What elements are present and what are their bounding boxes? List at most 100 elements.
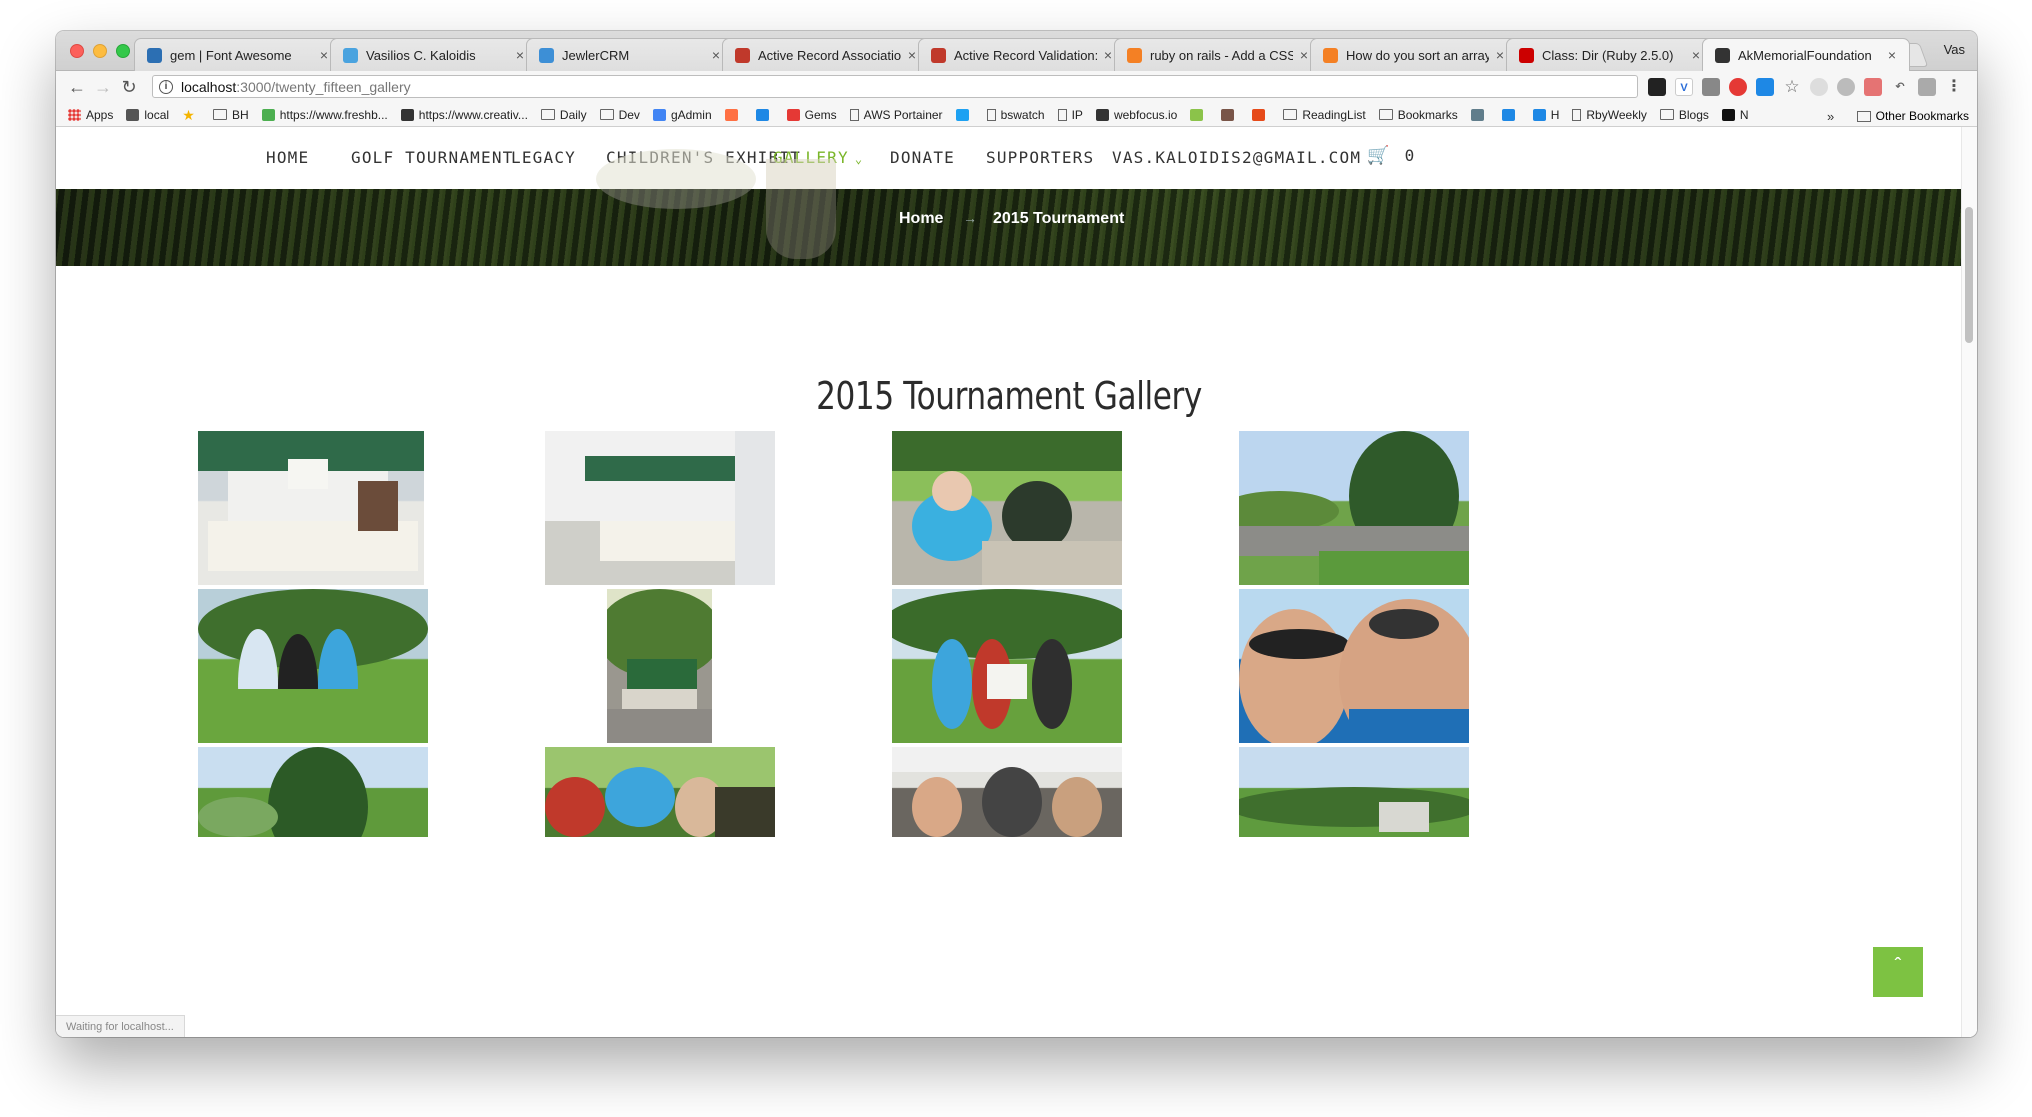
bookmark-item[interactable]: H bbox=[1532, 108, 1559, 122]
bookmark-star-icon[interactable]: ☆ bbox=[1783, 78, 1801, 96]
bookmark-item[interactable]: Bookmarks bbox=[1378, 107, 1458, 122]
photo-shape bbox=[1239, 787, 1469, 827]
bookmark-item[interactable] bbox=[955, 108, 974, 121]
folder-icon bbox=[540, 109, 555, 120]
gallery-photo-tent-crowd[interactable] bbox=[892, 747, 1122, 837]
forward-arrow-icon[interactable]: → bbox=[92, 76, 114, 98]
extension-megaphone-icon[interactable] bbox=[1756, 78, 1774, 96]
tab-close-icon[interactable]: × bbox=[317, 47, 331, 63]
browser-tab[interactable]: gem | Font Awesome × bbox=[134, 38, 342, 71]
gallery-photo-bench-group[interactable] bbox=[607, 589, 712, 743]
extension-r-icon[interactable] bbox=[1702, 78, 1720, 96]
menu-kebab-icon[interactable]: ⋮ bbox=[1945, 78, 1963, 96]
gallery-photo-tent-table[interactable] bbox=[198, 431, 424, 585]
nav-item-donate[interactable]: DONATE bbox=[890, 148, 955, 167]
bookmark-item[interactable]: RbyWeekly bbox=[1572, 108, 1647, 122]
gallery-photo-banner-group[interactable] bbox=[892, 589, 1122, 743]
gallery-photo-group-four[interactable] bbox=[198, 589, 428, 743]
back-to-top-button[interactable]: ˆ bbox=[1873, 947, 1923, 997]
breadcrumb-home[interactable]: Home bbox=[899, 210, 943, 228]
nav-item-vas-kaloidis2-gmail-com[interactable]: VAS.KALOIDIS2@GMAIL.COM ⌄ bbox=[1112, 148, 1376, 167]
gallery-photo-clubhouse[interactable] bbox=[545, 431, 775, 585]
bookmark-item[interactable] bbox=[1221, 108, 1239, 121]
bookmark-label: Bookmarks bbox=[1397, 107, 1458, 122]
tab-close-icon[interactable]: × bbox=[1297, 47, 1311, 63]
tab-title: Active Record Associatio bbox=[758, 47, 901, 63]
tab-close-icon[interactable]: × bbox=[905, 47, 919, 63]
bookmark-item[interactable]: https://www.freshb... bbox=[261, 108, 388, 122]
scrollbar-thumb[interactable] bbox=[1965, 207, 1973, 343]
gallery-photo-fairway[interactable] bbox=[1239, 431, 1469, 585]
bookmark-item[interactable]: AWS Portainer bbox=[849, 108, 943, 122]
close-window-button[interactable] bbox=[70, 44, 84, 58]
bookmark-item[interactable] bbox=[724, 108, 743, 121]
extension-square-icon[interactable] bbox=[1918, 78, 1936, 96]
extension-puzzle-icon[interactable] bbox=[1837, 78, 1855, 96]
nav-item-legacy[interactable]: LEGACY bbox=[511, 148, 576, 167]
bookmark-item[interactable] bbox=[1252, 108, 1270, 121]
tab-close-icon[interactable]: × bbox=[1493, 47, 1507, 63]
bookmark-item[interactable]: Dev bbox=[599, 108, 640, 122]
tab-title: JewlerCRM bbox=[562, 47, 630, 63]
bookmark-item[interactable]: Apps bbox=[68, 108, 113, 122]
back-arrow-icon[interactable]: ← bbox=[66, 76, 88, 98]
bookmark-item[interactable]: Daily bbox=[540, 108, 587, 122]
bookmarks-overflow-button[interactable]: » bbox=[1827, 109, 1834, 124]
nav-item-supporters[interactable]: SUPPORTERS bbox=[986, 148, 1094, 167]
bookmark-item[interactable]: webfocus.io bbox=[1095, 108, 1177, 122]
photo-shape bbox=[932, 471, 972, 511]
bookmark-item[interactable] bbox=[1501, 108, 1520, 121]
bookmark-item[interactable]: bswatch bbox=[986, 108, 1045, 122]
bookmark-item[interactable]: IP bbox=[1057, 108, 1083, 122]
info-icon[interactable]: i bbox=[159, 79, 173, 94]
zoom-window-button[interactable] bbox=[116, 44, 130, 58]
extension-opera-icon[interactable] bbox=[1729, 78, 1747, 96]
other-bookmarks[interactable]: Other Bookmarks bbox=[1856, 109, 1969, 123]
bookmark-item[interactable]: gAdmin bbox=[652, 108, 712, 122]
reload-icon[interactable]: ↻ bbox=[118, 76, 140, 98]
browser-tab[interactable]: Active Record Validation: × bbox=[918, 38, 1126, 71]
browser-tab[interactable]: How do you sort an array × bbox=[1310, 38, 1518, 71]
photo-shape bbox=[982, 541, 1122, 585]
gallery-photo-golf-carts[interactable] bbox=[1239, 747, 1469, 837]
bookmark-item[interactable]: BH bbox=[213, 108, 249, 122]
browser-tab[interactable]: Vasilios C. Kaloidis × bbox=[330, 38, 538, 71]
tab-close-icon[interactable]: × bbox=[709, 47, 723, 63]
nav-item-golf-tournament[interactable]: GOLF TOURNAMENT bbox=[351, 148, 514, 167]
tab-close-icon[interactable]: × bbox=[1885, 47, 1899, 63]
cart-button[interactable]: 🛒 0 bbox=[1367, 145, 1415, 166]
bookmark-item[interactable]: ReadingList bbox=[1283, 108, 1366, 122]
scrollbar[interactable] bbox=[1961, 127, 1977, 1037]
gallery-photo-selfie[interactable] bbox=[1239, 589, 1469, 743]
extension-calendar-icon[interactable] bbox=[1864, 78, 1882, 96]
bookmark-item[interactable] bbox=[755, 108, 774, 121]
photo-shape bbox=[932, 639, 972, 729]
bookmark-item[interactable] bbox=[1470, 108, 1489, 121]
extension-circle-icon[interactable] bbox=[1810, 78, 1828, 96]
tab-close-icon[interactable]: × bbox=[1101, 47, 1115, 63]
browser-tab[interactable]: Class: Dir (Ruby 2.5.0) × bbox=[1506, 38, 1714, 71]
tab-close-icon[interactable]: × bbox=[1689, 47, 1703, 63]
gallery-photo-outdoor-table[interactable] bbox=[545, 747, 775, 837]
bookmark-item[interactable] bbox=[1190, 108, 1208, 121]
profile-button[interactable]: Vas bbox=[1944, 42, 1965, 57]
bookmark-item[interactable]: N bbox=[1721, 108, 1749, 122]
gallery-photo-patio-lunch[interactable] bbox=[892, 431, 1122, 585]
tab-close-icon[interactable]: × bbox=[513, 47, 527, 63]
address-bar[interactable]: i localhost:3000/twenty_fifteen_gallery bbox=[152, 75, 1638, 98]
browser-tab[interactable]: ruby on rails - Add a CSS × bbox=[1114, 38, 1322, 71]
gallery-photo-tree[interactable] bbox=[198, 747, 428, 837]
bookmark-item[interactable]: Blogs bbox=[1659, 108, 1709, 122]
minimize-window-button[interactable] bbox=[93, 44, 107, 58]
nav-item-home[interactable]: HOME bbox=[266, 148, 309, 167]
bookmark-item[interactable]: ★ bbox=[182, 108, 200, 122]
browser-tab[interactable]: JewlerCRM × bbox=[526, 38, 734, 71]
extension-reply-icon[interactable]: ↶ bbox=[1891, 78, 1909, 96]
bookmark-item[interactable]: Gems bbox=[786, 108, 837, 122]
browser-tab[interactable]: Active Record Associatio × bbox=[722, 38, 930, 71]
extension-jb-icon[interactable] bbox=[1648, 78, 1666, 96]
browser-tab[interactable]: AkMemorialFoundation × bbox=[1702, 38, 1910, 71]
bookmark-item[interactable]: https://www.creativ... bbox=[400, 108, 528, 122]
bookmark-item[interactable]: local bbox=[126, 108, 169, 122]
extension-v-icon[interactable]: V bbox=[1675, 78, 1693, 96]
